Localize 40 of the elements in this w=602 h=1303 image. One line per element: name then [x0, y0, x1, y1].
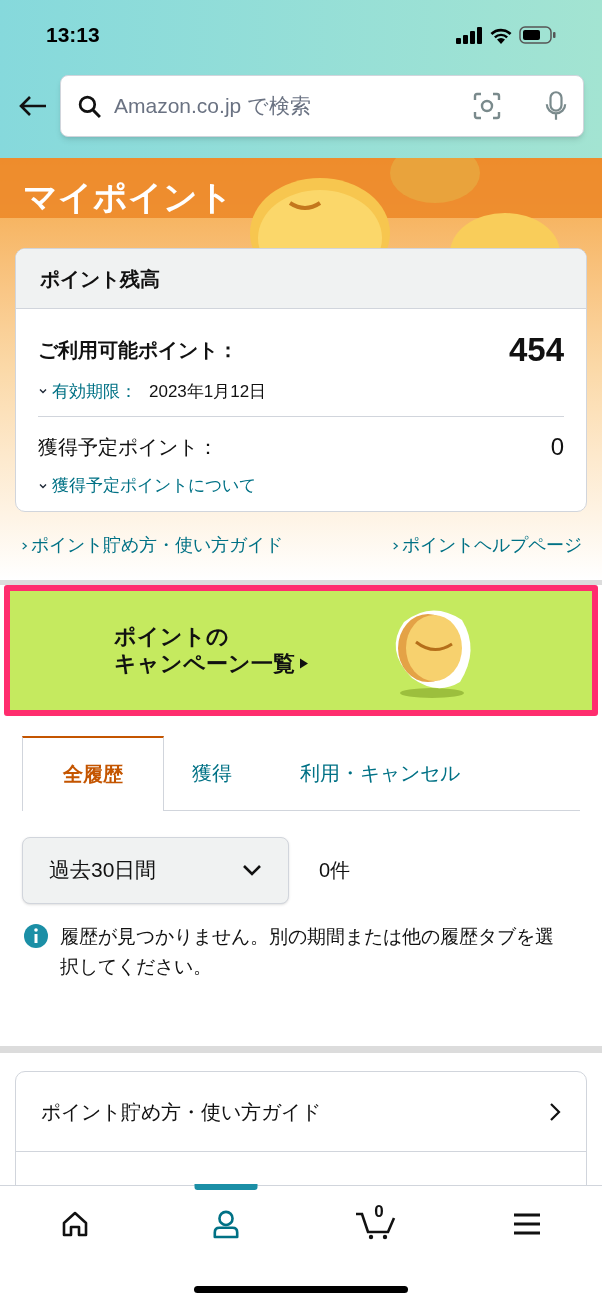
history-tab[interactable]: 全履歴 — [22, 735, 164, 811]
chevron-right-icon — [549, 1101, 561, 1122]
menu-icon — [512, 1213, 541, 1235]
pending-points-label: 獲得予定ポイント： — [38, 435, 218, 460]
nav-tab[interactable]: 0 — [301, 1200, 452, 1248]
camera-scan-icon[interactable] — [473, 92, 501, 120]
person-icon — [211, 1208, 240, 1240]
card-title: ポイント残高 — [40, 266, 160, 292]
clock: 13:13 — [46, 22, 100, 49]
menu-row[interactable]: ポイント貯め方・使い方ガイド — [16, 1072, 586, 1153]
pending-points-value: 0 — [550, 432, 564, 462]
back-arrow-icon — [18, 94, 48, 118]
search-field[interactable]: Amazon.co.jp で検索 — [60, 75, 584, 137]
help-link[interactable]: ポイント貯め方・使い方ガイド — [20, 532, 283, 559]
search-placeholder: Amazon.co.jp で検索 — [114, 93, 313, 120]
banner-text: ポイントの — [114, 622, 229, 650]
result-count: 0件 — [319, 858, 351, 883]
play-triangle-icon — [299, 657, 309, 671]
history-tab[interactable]: 利用・キャンセル — [272, 735, 488, 810]
available-points-label: ご利用可能ポイント： — [38, 337, 238, 363]
period-dropdown[interactable]: 過去30日間 — [22, 836, 289, 904]
page-title: マイポイント — [23, 177, 233, 218]
campaign-banner[interactable]: ポイントの キャンペーン一覧 — [4, 584, 598, 716]
active-indicator — [194, 1184, 258, 1190]
cart-count: 0 — [374, 1201, 384, 1223]
microphone-icon[interactable] — [545, 91, 567, 121]
battery-icon — [519, 26, 556, 44]
signal-icon — [456, 26, 483, 44]
expiry-date: 2023年1月12日 — [149, 380, 267, 403]
pending-points-link[interactable]: 獲得予定ポイントについて — [52, 473, 256, 499]
info-icon — [24, 923, 48, 948]
help-link[interactable]: ポイントヘルプページ — [391, 532, 582, 559]
wifi-icon — [489, 26, 513, 44]
search-icon — [77, 93, 102, 119]
chevron-down-icon — [242, 864, 262, 876]
history-tab[interactable]: 獲得 — [164, 735, 260, 810]
banner-text: キャンペーン一覧 — [114, 650, 295, 678]
expiry-link[interactable]: 有効期限： — [52, 378, 137, 404]
available-points-value: 454 — [508, 330, 564, 370]
info-message: 履歴が見つかりません。別の期間または他の履歴タブを選択してください。 — [60, 924, 555, 979]
